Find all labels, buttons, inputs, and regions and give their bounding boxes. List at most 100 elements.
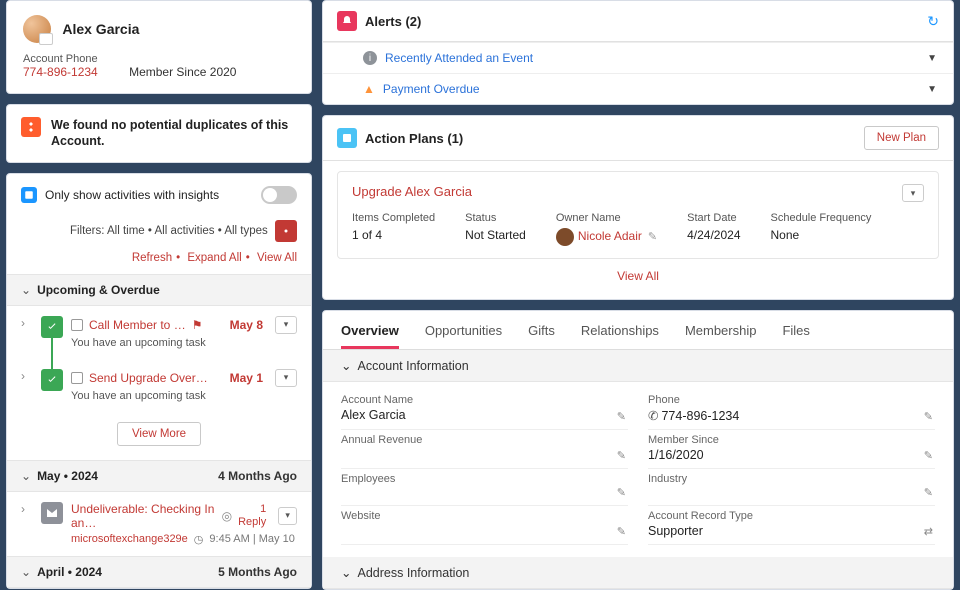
email-from[interactable]: microsoftexchange329e (71, 533, 188, 545)
change-record-type-icon[interactable]: ⇄ (924, 525, 933, 538)
email-icon (41, 502, 63, 524)
task-date: May 1 (230, 371, 263, 385)
attachment-icon: ◎ (222, 509, 232, 523)
task-item: › Call Member to … ⚑ May 8 ▾ You have an… (7, 306, 311, 359)
expand-icon[interactable]: › (21, 369, 33, 402)
task-title[interactable]: Send Upgrade Over… (89, 371, 208, 385)
expand-icon[interactable]: › (21, 502, 33, 546)
task-menu-button[interactable]: ▾ (275, 316, 297, 334)
pencil-icon[interactable]: ✎ (924, 486, 933, 499)
tab-gifts[interactable]: Gifts (528, 323, 555, 349)
action-plans-card: Action Plans (1) New Plan Upgrade Alex G… (322, 115, 954, 300)
pencil-icon[interactable]: ✎ (924, 410, 933, 423)
activity-card: Only show activities with insights Filte… (6, 173, 312, 589)
duplicates-icon (21, 117, 41, 137)
refresh-icon[interactable]: ↻ (927, 13, 939, 30)
flag-icon: ⚑ (192, 318, 203, 332)
account-info-header[interactable]: ⌄Account Information (323, 350, 953, 382)
filters-text: Filters: All time • All activities • All… (70, 225, 268, 237)
industry-value (648, 485, 935, 501)
pencil-icon[interactable]: ✎ (617, 449, 626, 462)
reply-label[interactable]: Reply (238, 516, 266, 528)
view-more-button[interactable]: View More (117, 422, 201, 446)
details-card: Overview Opportunities Gifts Relationshi… (322, 310, 954, 590)
new-plan-button[interactable]: New Plan (864, 126, 939, 150)
account-phone-link[interactable]: 774-896-1234 (23, 65, 98, 79)
task-title[interactable]: Call Member to … (89, 318, 186, 332)
task-icon (41, 316, 63, 338)
duplicates-card: We found no potential duplicates of this… (6, 104, 312, 163)
annual-revenue-value (341, 446, 628, 462)
action-plans-icon (337, 128, 357, 148)
schedule-frequency: None (771, 228, 872, 242)
alerts-title: Alerts (2) (365, 14, 421, 29)
account-name-value: Alex Garcia (341, 406, 628, 424)
pencil-icon[interactable]: ✎ (617, 410, 626, 423)
tab-files[interactable]: Files (782, 323, 809, 349)
employees-value (341, 485, 628, 501)
email-title[interactable]: Undeliverable: Checking In an… (71, 502, 216, 530)
contact-name: Alex Garcia (62, 21, 139, 37)
tab-opportunities[interactable]: Opportunities (425, 323, 502, 349)
member-since: Member Since 2020 (129, 65, 236, 79)
view-all-link[interactable]: View All (257, 252, 297, 264)
upcoming-header[interactable]: ⌄Upcoming & Overdue (7, 274, 311, 306)
email-menu-button[interactable]: ▾ (278, 507, 297, 525)
start-date: 4/24/2024 (687, 228, 740, 242)
tab-membership[interactable]: Membership (685, 323, 757, 349)
task-checkbox[interactable] (71, 319, 83, 331)
clock-icon: ◷ (194, 533, 204, 546)
action-plans-title: Action Plans (1) (365, 131, 463, 146)
contact-header: Alex Garcia Account Phone 774-896-1234 M… (6, 0, 312, 94)
expand-icon[interactable]: › (21, 316, 33, 349)
task-checkbox[interactable] (71, 372, 83, 384)
task-icon (41, 369, 63, 391)
insights-label: Only show activities with insights (45, 188, 219, 202)
month-group-header[interactable]: ⌄May • 2024 4 Months Ago (7, 460, 311, 492)
chevron-down-icon: ▼ (927, 53, 937, 64)
chevron-down-icon: ▼ (927, 84, 937, 95)
alert-row[interactable]: i Recently Attended an Event ▼ (323, 42, 953, 73)
tabs: Overview Opportunities Gifts Relationshi… (323, 311, 953, 350)
phone-value: ✆774-896-1234 (648, 406, 935, 425)
month-group-header[interactable]: ⌄April • 2024 5 Months Ago (7, 556, 311, 588)
task-subtitle: You have an upcoming task (71, 390, 297, 402)
email-item: › Undeliverable: Checking In an… ◎ 1 Rep… (7, 492, 311, 556)
avatar (23, 15, 51, 43)
alert-text[interactable]: Recently Attended an Event (385, 51, 533, 65)
view-all-plans-link[interactable]: View All (617, 269, 659, 283)
phone-icon: ✆ (648, 409, 658, 423)
pencil-icon[interactable]: ✎ (617, 525, 626, 538)
info-icon: i (363, 51, 377, 65)
plan-status: Not Started (465, 228, 526, 242)
expand-all-link[interactable]: Expand All (187, 252, 241, 264)
owner-name[interactable]: Nicole Adair (578, 229, 642, 243)
reply-count: 1 (238, 503, 266, 515)
task-menu-button[interactable]: ▾ (275, 369, 297, 387)
warning-icon: ▲ (363, 82, 375, 96)
alerts-icon (337, 11, 357, 31)
insights-toggle[interactable] (261, 186, 297, 204)
account-phone-label: Account Phone (23, 53, 295, 65)
filter-settings-button[interactable] (275, 220, 297, 242)
pencil-icon[interactable]: ✎ (617, 486, 626, 499)
refresh-link[interactable]: Refresh (132, 252, 172, 264)
email-time: 9:45 AM | May 10 (209, 533, 294, 545)
website-value (341, 522, 628, 538)
address-info-header[interactable]: ⌄Address Information (323, 557, 953, 589)
pencil-icon[interactable]: ✎ (648, 231, 657, 243)
plan-name[interactable]: Upgrade Alex Garcia (352, 184, 472, 202)
tab-overview[interactable]: Overview (341, 323, 399, 349)
record-type-value: Supporter (648, 522, 935, 540)
task-item: › Send Upgrade Over… May 1 ▾ You have an… (7, 359, 311, 412)
pencil-icon[interactable]: ✎ (924, 449, 933, 462)
alert-text[interactable]: Payment Overdue (383, 82, 480, 96)
alerts-card: Alerts (2) ↻ i Recently Attended an Even… (322, 0, 954, 105)
items-completed: 1 of 4 (352, 228, 435, 242)
owner-avatar (556, 228, 574, 246)
alert-row[interactable]: ▲ Payment Overdue ▼ (323, 73, 953, 104)
tab-relationships[interactable]: Relationships (581, 323, 659, 349)
member-since-value: 1/16/2020 (648, 446, 935, 464)
insights-icon (21, 187, 37, 203)
plan-menu-button[interactable]: ▾ (902, 184, 924, 202)
